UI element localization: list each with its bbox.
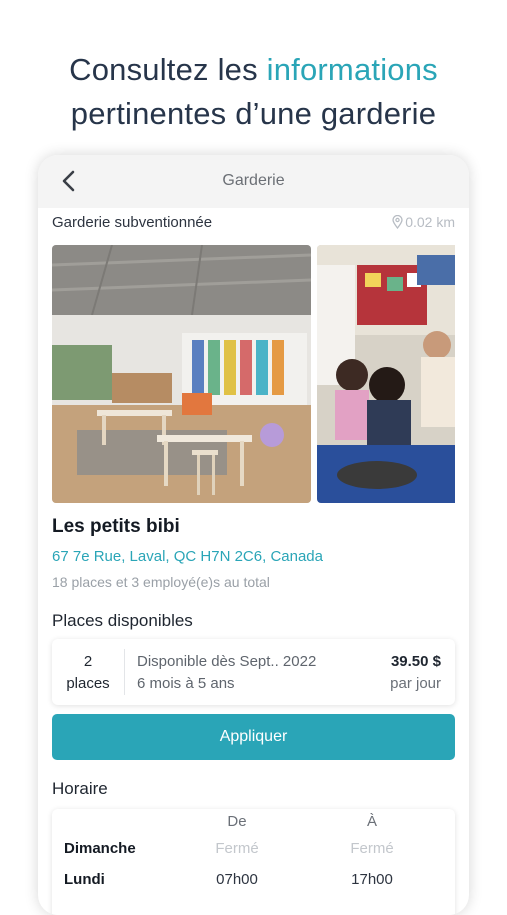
schedule-day: Dimanche xyxy=(64,840,136,857)
headline-accent: informations xyxy=(266,52,438,87)
capacity-text: 18 places et 3 employé(e)s au total xyxy=(52,574,270,590)
schedule-header: De À xyxy=(52,813,455,837)
promo-headline: Consultez les informations pertinentes d… xyxy=(0,48,507,136)
price: 39.50 $ par jour xyxy=(390,651,441,695)
daycare-name: Les petits bibi xyxy=(52,516,180,537)
schedule-day: Lundi xyxy=(64,871,105,888)
schedule-to: Fermé xyxy=(350,840,394,857)
distance-badge: 0.02 km xyxy=(392,214,455,230)
distance-value: 0.02 km xyxy=(405,214,455,230)
age-range: 6 mois à 5 ans xyxy=(137,675,235,692)
places-section-title: Places disponibles xyxy=(52,611,193,630)
schedule-from: Fermé xyxy=(215,840,259,857)
headline-prefix: Consultez les xyxy=(69,52,267,87)
page-title: Garderie xyxy=(222,172,285,189)
price-amount: 39.50 $ xyxy=(390,653,441,670)
card-divider xyxy=(124,649,125,695)
schedule-table: De À Dimanche Fermé Fermé Lundi 07h00 17… xyxy=(52,809,455,915)
schedule-section-title: Horaire xyxy=(52,779,108,798)
headline-line2: pertinentes d’une garderie xyxy=(70,96,437,131)
schedule-to: 17h00 xyxy=(351,871,393,888)
column-to: À xyxy=(366,813,377,830)
children-photo[interactable] xyxy=(317,245,455,503)
photo-gallery[interactable] xyxy=(52,245,455,503)
address-link[interactable]: 67 7e Rue, Laval, QC H7N 2C6, Canada xyxy=(52,548,323,565)
app-bar: Garderie xyxy=(38,155,469,208)
schedule-row: Lundi 07h00 17h00 xyxy=(52,871,455,895)
column-from: De xyxy=(227,813,247,830)
phone-frame: Garderie Garderie subventionnée 0.02 km xyxy=(38,155,469,915)
places-count-value: 2 xyxy=(83,653,93,670)
places-count: 2 places xyxy=(52,651,124,695)
price-unit: par jour xyxy=(390,675,441,692)
apply-button[interactable]: Appliquer xyxy=(52,714,455,760)
available-place-card[interactable]: 2 places Disponible dès Sept.. 2022 6 mo… xyxy=(52,639,455,705)
place-details: Disponible dès Sept.. 2022 6 mois à 5 an… xyxy=(137,651,316,695)
schedule-row: Dimanche Fermé Fermé xyxy=(52,840,455,864)
classroom-photo[interactable] xyxy=(52,245,311,503)
schedule-from: 07h00 xyxy=(216,871,258,888)
location-pin-icon xyxy=(392,214,403,230)
availability-date: Disponible dès Sept.. 2022 xyxy=(137,653,317,670)
places-count-unit: places xyxy=(66,675,110,692)
